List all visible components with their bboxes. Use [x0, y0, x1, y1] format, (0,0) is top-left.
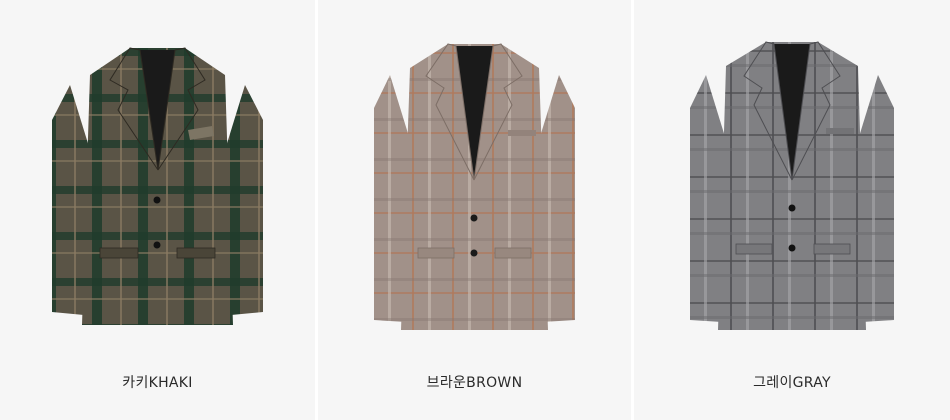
brown-jacket-image[interactable] [318, 30, 631, 340]
color-label-brown: 브라운BROWN [426, 375, 523, 391]
product-color-options: 카키KHAKI 브라운BROWN 그레이GRAY [0, 0, 950, 420]
gray-jacket-image[interactable] [634, 30, 950, 340]
jacket-gray-illustration [690, 41, 894, 330]
product-card-gray[interactable]: 그레이GRAY [634, 0, 950, 420]
khaki-jacket-image[interactable] [0, 30, 315, 340]
product-card-khaki[interactable]: 카키KHAKI [0, 0, 315, 420]
jacket-brown-illustration [374, 43, 575, 330]
color-label-khaki: 카키KHAKI [122, 375, 193, 391]
jacket-khaki-illustration [52, 47, 263, 325]
color-label-gray: 그레이GRAY [753, 375, 831, 391]
product-card-brown[interactable]: 브라운BROWN [318, 0, 631, 420]
